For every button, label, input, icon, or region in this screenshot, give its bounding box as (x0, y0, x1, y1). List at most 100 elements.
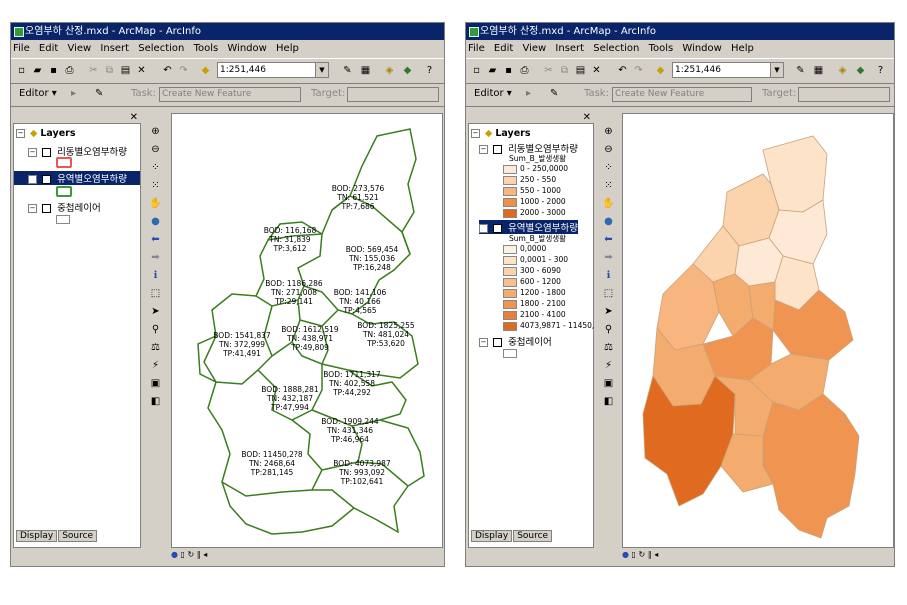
toc-layer-watershed[interactable]: − ✔ 유역별오염부하량 (14, 171, 140, 185)
toc-layer-overlay[interactable]: − 중첩레이어 (28, 200, 101, 214)
zoom-in-icon[interactable]: ⊕ (602, 125, 615, 138)
sketch-tool-icon[interactable]: ✎ (95, 88, 103, 99)
menu-selection[interactable]: Selection (138, 43, 184, 54)
expand-icon[interactable]: − (479, 224, 488, 233)
open-icon[interactable]: ▰ (486, 64, 499, 77)
refresh-icon[interactable]: ↻ (638, 550, 645, 559)
arctoolbox-icon[interactable]: ◈ (383, 64, 396, 77)
menu-tools[interactable]: Tools (194, 43, 219, 54)
tool-extra2-icon[interactable]: ◧ (149, 395, 162, 408)
target-dropdown[interactable] (347, 87, 439, 102)
menu-window[interactable]: Window (682, 43, 721, 54)
target-dropdown[interactable] (798, 87, 890, 102)
menu-tools[interactable]: Tools (649, 43, 674, 54)
menu-insert[interactable]: Insert (100, 43, 129, 54)
redo-icon[interactable]: ↷ (632, 64, 645, 77)
cut-icon[interactable]: ✂ (87, 64, 100, 77)
refresh-icon[interactable]: ↻ (187, 550, 194, 559)
cut-icon[interactable]: ✂ (542, 64, 555, 77)
globe-icon[interactable]: ● (171, 550, 178, 559)
layer-checkbox[interactable] (42, 204, 52, 213)
hyperlink-icon[interactable]: ⚡ (602, 359, 615, 372)
layer-checkbox[interactable] (493, 338, 503, 347)
pan-icon[interactable]: ✋ (149, 197, 162, 210)
delete-icon[interactable]: ✕ (590, 64, 603, 77)
new-icon[interactable]: ▫ (15, 64, 28, 77)
tab-source[interactable]: Source (58, 530, 98, 542)
toc-root[interactable]: − ◆ Layers (16, 128, 76, 139)
identify-icon[interactable]: ℹ (602, 269, 615, 282)
page-layout-icon[interactable]: ▯ (181, 550, 185, 559)
map-display[interactable] (622, 113, 894, 548)
catalog-icon[interactable]: ▦ (812, 64, 825, 77)
save-icon[interactable]: ▪ (502, 64, 515, 77)
arctoolbox-icon[interactable]: ◈ (836, 64, 849, 77)
forward-arrow-icon[interactable]: ➡ (602, 251, 615, 264)
chevron-down-icon[interactable]: ▼ (315, 63, 328, 77)
delete-icon[interactable]: ✕ (135, 64, 148, 77)
map-scale-combo[interactable]: 1:251,446 ▼ (672, 62, 784, 78)
full-extent-icon[interactable]: ● (149, 215, 162, 228)
expand-icon[interactable]: − (479, 338, 488, 347)
menu-edit[interactable]: Edit (494, 43, 513, 54)
expand-icon[interactable]: − (28, 148, 37, 157)
save-icon[interactable]: ▪ (47, 64, 60, 77)
expand-icon[interactable]: − (28, 175, 37, 184)
tool-extra2-icon[interactable]: ◧ (602, 395, 615, 408)
print-icon[interactable]: ⎙ (518, 64, 531, 77)
copy-icon[interactable]: ⧉ (103, 64, 116, 77)
menu-file[interactable]: File (468, 43, 485, 54)
toc-layer-overlay[interactable]: − 중첩레이어 (479, 334, 552, 348)
print-icon[interactable]: ⎙ (63, 64, 76, 77)
catalog-icon[interactable]: ▦ (359, 64, 372, 77)
forward-arrow-icon[interactable]: ➡ (149, 251, 162, 264)
tab-display[interactable]: Display (471, 530, 513, 542)
menu-help[interactable]: Help (276, 43, 299, 54)
paste-icon[interactable]: ▤ (574, 64, 587, 77)
select-elements-icon[interactable]: ➤ (149, 305, 162, 318)
tab-display[interactable]: Display (16, 530, 58, 542)
fixed-zoom-out-icon[interactable]: ⁙ (602, 179, 615, 192)
chevron-down-icon[interactable]: ▼ (770, 63, 783, 77)
back-arrow-icon[interactable]: ⬅ (149, 233, 162, 246)
menu-view[interactable]: View (67, 43, 91, 54)
toc-root[interactable]: − ◆ Layers (471, 128, 531, 139)
add-data-icon[interactable]: ◆ (654, 64, 667, 77)
task-dropdown[interactable]: Create New Feature (159, 87, 301, 102)
menu-view[interactable]: View (522, 43, 546, 54)
fixed-zoom-in-icon[interactable]: ⁘ (602, 161, 615, 174)
choropleth-map[interactable] (623, 114, 893, 547)
menu-file[interactable]: File (13, 43, 30, 54)
menu-insert[interactable]: Insert (555, 43, 584, 54)
zoom-out-icon[interactable]: ⊖ (149, 143, 162, 156)
globe-icon[interactable]: ● (622, 550, 629, 559)
toc-layer-ridong[interactable]: − 리동별오염부하량 (28, 144, 127, 158)
map-display[interactable]: BOD: 273,576 TN: 61,521 TP:7,686 BOD: 116,… (171, 113, 443, 548)
menu-window[interactable]: Window (227, 43, 266, 54)
measure-icon[interactable]: ⚖ (149, 341, 162, 354)
full-extent-icon[interactable]: ● (602, 215, 615, 228)
menu-selection[interactable]: Selection (593, 43, 639, 54)
sketch-tool-icon[interactable]: ✎ (550, 88, 558, 99)
edit-tool-icon[interactable]: ▸ (71, 88, 76, 99)
redo-icon[interactable]: ↷ (177, 64, 190, 77)
page-layout-icon[interactable]: ▯ (632, 550, 636, 559)
identify-icon[interactable]: ℹ (149, 269, 162, 282)
pause-icon[interactable]: ∥ (648, 550, 652, 559)
whats-this-icon[interactable]: ? (874, 64, 887, 77)
undo-icon[interactable]: ↶ (616, 64, 629, 77)
measure-icon[interactable]: ⚖ (602, 341, 615, 354)
whats-this-icon[interactable]: ? (423, 64, 436, 77)
toc-layer-watershed[interactable]: − ✔ 유역별오염부하량 (479, 220, 578, 234)
scroll-left-icon[interactable]: ◂ (203, 550, 207, 559)
zoom-in-icon[interactable]: ⊕ (149, 125, 162, 138)
expand-icon[interactable]: − (479, 145, 488, 154)
select-elements-icon[interactable]: ➤ (602, 305, 615, 318)
fixed-zoom-out-icon[interactable]: ⁙ (149, 179, 162, 192)
find-icon[interactable]: ⚲ (149, 323, 162, 336)
hyperlink-icon[interactable]: ⚡ (149, 359, 162, 372)
scroll-left-icon[interactable]: ◂ (654, 550, 658, 559)
close-icon[interactable]: ✕ (583, 112, 591, 123)
menu-help[interactable]: Help (731, 43, 754, 54)
model-icon[interactable]: ◆ (401, 64, 414, 77)
